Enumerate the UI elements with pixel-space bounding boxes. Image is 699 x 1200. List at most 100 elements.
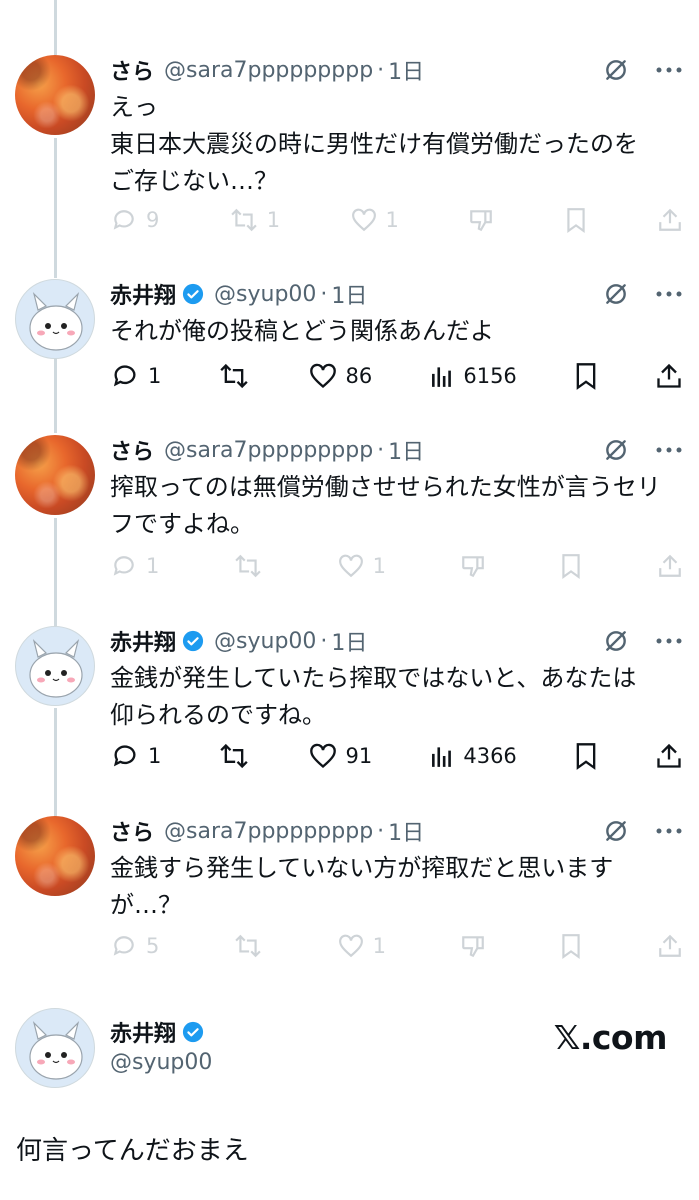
heart-icon [309, 743, 336, 769]
display-name[interactable]: さら [110, 815, 154, 847]
bookmark-button[interactable] [564, 207, 588, 233]
retweet-icon [235, 934, 261, 958]
like-button[interactable]: 86 [308, 362, 373, 390]
display-name[interactable]: 赤井翔 [110, 278, 176, 310]
share-button[interactable] [657, 207, 683, 233]
tweet-text-line: 搾取ってのは無償労働させせられた女性が言うセリ [110, 473, 661, 501]
avatar[interactable] [15, 435, 95, 515]
view-count: 6156 [463, 364, 517, 388]
reply-button[interactable]: 5 [110, 933, 159, 959]
handle[interactable]: @syup00 [214, 282, 316, 307]
downvote-button[interactable] [460, 553, 486, 579]
downvote-button[interactable] [468, 207, 494, 233]
retweet-button[interactable] [233, 553, 263, 579]
more-icon[interactable] [655, 826, 683, 836]
thread-line [54, 138, 57, 278]
grok-icon[interactable] [603, 57, 629, 83]
display-name[interactable]: 赤井翔 [110, 1016, 176, 1048]
more-icon[interactable] [655, 65, 683, 75]
reply-button[interactable]: 1 [110, 742, 161, 770]
verified-badge-icon [182, 630, 204, 652]
timestamp[interactable]: 1日 [388, 54, 424, 86]
grok-icon[interactable] [603, 437, 629, 463]
like-count: 86 [345, 364, 373, 388]
handle[interactable]: @syup00 [214, 629, 316, 654]
bookmark-icon [562, 934, 580, 959]
tweet-text-line: ご存じない…？ [110, 167, 278, 195]
handle[interactable]: @syup00 [110, 1050, 212, 1075]
like-button[interactable]: 1 [337, 553, 386, 579]
share-button[interactable] [655, 362, 683, 390]
grok-icon[interactable] [603, 281, 629, 307]
more-icon[interactable] [655, 289, 683, 299]
views-chart-icon [432, 367, 452, 387]
tweet-text-line: それが俺の投稿とどう関係あんだよ [110, 317, 494, 345]
separator-dot: · [320, 281, 328, 307]
share-icon [659, 208, 681, 231]
share-button[interactable] [657, 933, 683, 959]
retweet-button[interactable]: 1 [229, 207, 280, 233]
separator-dot: · [377, 818, 385, 844]
views-button[interactable]: 6156 [429, 363, 517, 389]
views-button[interactable]: 4366 [429, 743, 517, 769]
tweet-text-line: が…？ [110, 891, 182, 919]
more-icon[interactable] [655, 636, 683, 646]
bookmark-icon [576, 363, 596, 390]
handle[interactable]: @sara7ppppppppp [164, 819, 373, 844]
tweet-text-line: 金銭すら発生していない方が搾取だと思います [110, 854, 614, 882]
handle[interactable]: @sara7ppppppppp [164, 438, 373, 463]
timestamp[interactable]: 1日 [331, 278, 367, 310]
bookmark-button[interactable] [574, 742, 598, 770]
bookmark-button[interactable] [574, 362, 598, 390]
action-bar: 1 91 4366 [110, 741, 683, 771]
avatar[interactable] [15, 55, 95, 135]
chiikawa-avatar-icon [29, 1021, 83, 1080]
views-chart-icon [432, 747, 452, 767]
timestamp[interactable]: 1日 [331, 625, 367, 657]
grok-icon[interactable] [603, 628, 629, 654]
like-count: 1 [372, 554, 387, 578]
separator-dot: · [377, 437, 385, 463]
main-post-avatar[interactable] [15, 1008, 95, 1088]
share-button[interactable] [657, 553, 683, 579]
share-icon [657, 743, 681, 768]
avatar[interactable] [15, 279, 95, 359]
reply-button[interactable]: 9 [110, 207, 159, 233]
share-button[interactable] [655, 742, 683, 770]
timestamp[interactable]: 1日 [388, 815, 424, 847]
chiikawa-avatar-icon [29, 292, 83, 351]
bookmark-button[interactable] [559, 553, 583, 579]
display-name[interactable]: 赤井翔 [110, 625, 176, 657]
retweet-icon [220, 363, 249, 389]
reply-button[interactable]: 1 [110, 553, 159, 579]
tweet-text-line: フですよね。 [110, 510, 254, 538]
grok-icon[interactable] [603, 818, 629, 844]
reply-icon [113, 556, 134, 576]
retweet-button[interactable] [218, 742, 250, 770]
reply-count: 9 [146, 208, 160, 232]
retweet-button[interactable] [233, 933, 263, 959]
like-button[interactable]: 1 [337, 933, 386, 959]
retweet-button[interactable] [218, 362, 250, 390]
retweet-icon [231, 208, 257, 232]
tweet-text-line: 金銭が発生していたら搾取ではないと、あなたは [110, 664, 637, 692]
reply-icon [113, 745, 136, 767]
main-post-author[interactable]: 赤井翔 [110, 1016, 204, 1048]
handle[interactable]: @sara7ppppppppp [164, 58, 373, 83]
avatar[interactable] [15, 626, 95, 706]
bookmark-button[interactable] [559, 933, 583, 959]
retweet-icon [220, 743, 249, 769]
heart-icon [338, 554, 363, 578]
display-name[interactable]: さら [110, 434, 154, 466]
tweet-text-line: 東日本大震災の時に男性だけ有償労働だったのを [110, 130, 638, 158]
tweet-text-line: えっ [110, 93, 158, 121]
avatar[interactable] [15, 816, 95, 896]
reply-button[interactable]: 1 [110, 362, 161, 390]
like-button[interactable]: 1 [350, 207, 399, 233]
display-name[interactable]: さら [110, 54, 154, 86]
downvote-button[interactable] [460, 933, 486, 959]
more-icon[interactable] [655, 445, 683, 455]
like-button[interactable]: 91 [308, 742, 372, 770]
verified-badge-icon [182, 1021, 204, 1043]
timestamp[interactable]: 1日 [388, 434, 424, 466]
